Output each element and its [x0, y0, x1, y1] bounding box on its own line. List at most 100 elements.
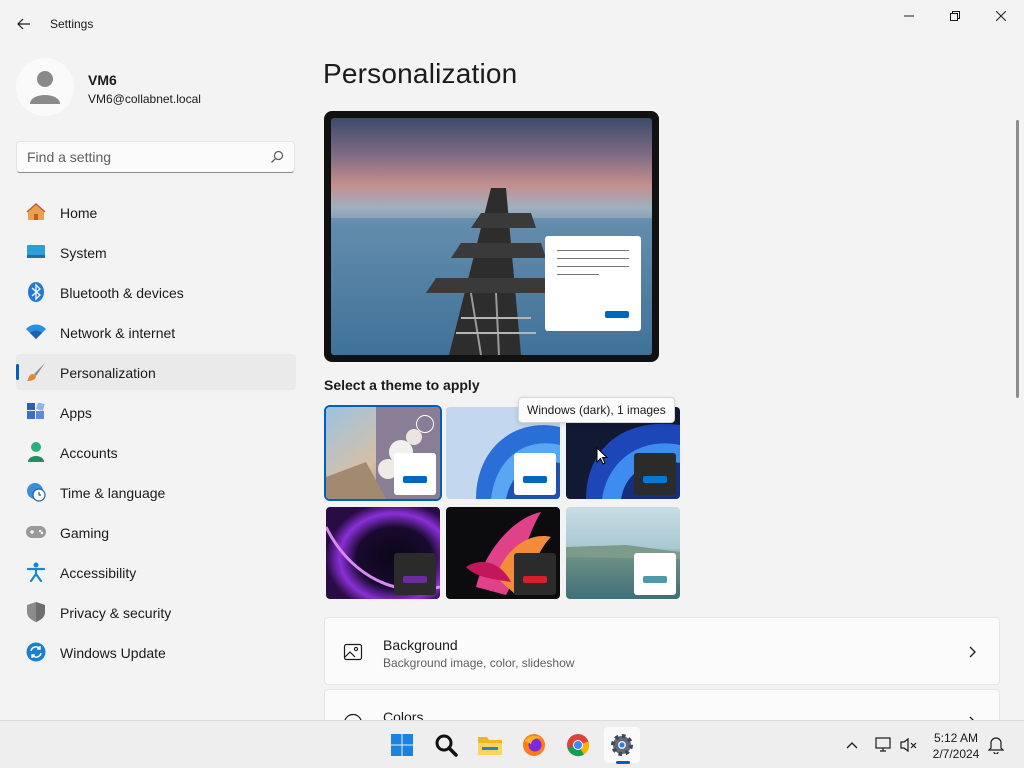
- theme-tile-window-mock: [514, 453, 556, 495]
- theme-tile-flow[interactable]: [566, 507, 680, 599]
- sidebar-item-label: Bluetooth & devices: [60, 285, 184, 301]
- sidebar-item-accessibility[interactable]: Accessibility: [16, 554, 296, 590]
- globe-clock-icon: [26, 482, 46, 502]
- file-explorer-button[interactable]: [472, 727, 508, 763]
- gamepad-icon: [26, 522, 46, 542]
- monitor-icon: [26, 242, 46, 262]
- search-icon: [435, 734, 458, 757]
- apps-icon: [26, 402, 46, 422]
- restore-icon: [950, 11, 960, 21]
- search-input[interactable]: [27, 148, 267, 166]
- brush-icon: [26, 362, 46, 382]
- preview-window-mock: [545, 236, 641, 331]
- profile-name: VM6: [88, 72, 117, 88]
- main-scrollbar[interactable]: [1016, 120, 1019, 398]
- sidebar-item-gaming[interactable]: Gaming: [16, 514, 296, 550]
- speaker-muted-icon: [900, 737, 917, 753]
- update-icon: [26, 642, 46, 662]
- sidebar-item-apps[interactable]: Apps: [16, 394, 296, 430]
- sidebar-item-label: Accessibility: [60, 565, 137, 581]
- card-title: Background: [383, 637, 458, 653]
- page-title: Personalization: [323, 58, 518, 89]
- restore-button[interactable]: [932, 4, 978, 28]
- preview-button-mock: [605, 311, 629, 318]
- person-icon: [26, 442, 46, 462]
- sidebar-item-label: System: [60, 245, 107, 261]
- theme-tooltip: Windows (dark), 1 images: [518, 397, 675, 423]
- sidebar-item-bluetooth[interactable]: Bluetooth & devices: [16, 274, 296, 310]
- chrome-icon: [567, 734, 590, 757]
- sidebar-item-accounts[interactable]: Accounts: [16, 434, 296, 470]
- palette-icon: [344, 713, 362, 720]
- sidebar-item-home[interactable]: Home: [16, 194, 296, 230]
- sidebar-item-label: Personalization: [60, 365, 156, 381]
- start-icon: [391, 734, 413, 756]
- close-button[interactable]: [978, 4, 1024, 28]
- settings-icon: [611, 734, 633, 756]
- notifications-button[interactable]: [986, 735, 1006, 755]
- themes-section-label: Select a theme to apply: [324, 377, 480, 393]
- sidebar-item-label: Home: [60, 205, 98, 221]
- sidebar-item-label: Gaming: [60, 525, 110, 541]
- clock-date: 2/7/2024: [932, 747, 980, 761]
- volume-tray-button[interactable]: [899, 735, 919, 755]
- sidebar-item-label: Windows Update: [60, 645, 166, 661]
- wifi-icon: [26, 322, 46, 342]
- app-title: Settings: [50, 17, 94, 31]
- user-profile[interactable]: VM6 VM6@collabnet.local: [16, 58, 296, 118]
- firefox-button[interactable]: [516, 727, 552, 763]
- theme-tile-window-mock: [394, 453, 436, 495]
- chrome-button[interactable]: [560, 727, 596, 763]
- profile-email: VM6@collabnet.local: [88, 92, 201, 106]
- wallpaper-preview-image: [331, 118, 652, 355]
- card-subtitle: Background image, color, slideshow: [383, 656, 575, 670]
- search-icon: [271, 150, 284, 163]
- theme-tile-captured-motion[interactable]: [446, 507, 560, 599]
- arrow-left-icon: [17, 18, 30, 30]
- sidebar-item-windows-update[interactable]: Windows Update: [16, 634, 296, 670]
- title-bar: Settings: [0, 0, 1024, 48]
- sidebar-item-personalization[interactable]: Personalization: [16, 354, 296, 390]
- person-icon: [30, 71, 60, 104]
- theme-tile-window-mock: [394, 553, 436, 595]
- sidebar-item-privacy[interactable]: Privacy & security: [16, 594, 296, 630]
- search-box[interactable]: [16, 141, 295, 173]
- sidebar-item-time-language[interactable]: Time & language: [16, 474, 296, 510]
- sidebar-item-network[interactable]: Network & internet: [16, 314, 296, 350]
- sidebar-item-label: Accounts: [60, 445, 118, 461]
- theme-tile-window-mock: [634, 553, 676, 595]
- file-explorer-icon: [478, 737, 502, 755]
- back-button[interactable]: [12, 12, 36, 36]
- network-monitor-icon: [875, 737, 891, 752]
- colors-settings-card[interactable]: Colors: [324, 689, 1000, 720]
- sidebar-nav: Home System Bluetooth & devices Network …: [16, 194, 296, 674]
- mouse-cursor-icon: [596, 447, 608, 465]
- theme-preview: [324, 111, 659, 362]
- card-title: Colors: [383, 709, 424, 720]
- avatar: [16, 58, 74, 116]
- clock-time: 5:12 AM: [933, 731, 979, 745]
- custom-theme-badge-icon: [416, 415, 434, 433]
- theme-tile-glow[interactable]: [326, 507, 440, 599]
- network-tray-button[interactable]: [874, 735, 894, 755]
- minimize-button[interactable]: [886, 4, 932, 28]
- home-icon: [26, 202, 46, 222]
- chevron-up-icon: [846, 742, 858, 749]
- minimize-icon: [904, 15, 914, 17]
- bell-icon: [988, 737, 1004, 754]
- theme-tile-window-mock: [634, 453, 676, 495]
- sidebar-item-system[interactable]: System: [16, 234, 296, 270]
- settings-taskbar-button[interactable]: [604, 727, 640, 763]
- background-settings-card[interactable]: Background Background image, color, slid…: [324, 617, 1000, 685]
- taskbar: 5:12 AM 2/7/2024: [0, 720, 1024, 768]
- active-app-indicator: [616, 761, 630, 764]
- chevron-right-icon: [969, 646, 976, 658]
- show-hidden-icons-button[interactable]: [842, 735, 862, 755]
- taskbar-clock[interactable]: 5:12 AM 2/7/2024: [926, 730, 986, 762]
- start-button[interactable]: [384, 727, 420, 763]
- theme-tile-window-mock: [514, 553, 556, 595]
- taskbar-search-button[interactable]: [428, 727, 464, 763]
- sidebar-item-label: Network & internet: [60, 325, 176, 341]
- accessibility-icon: [26, 562, 46, 582]
- theme-tile-custom[interactable]: [324, 405, 442, 501]
